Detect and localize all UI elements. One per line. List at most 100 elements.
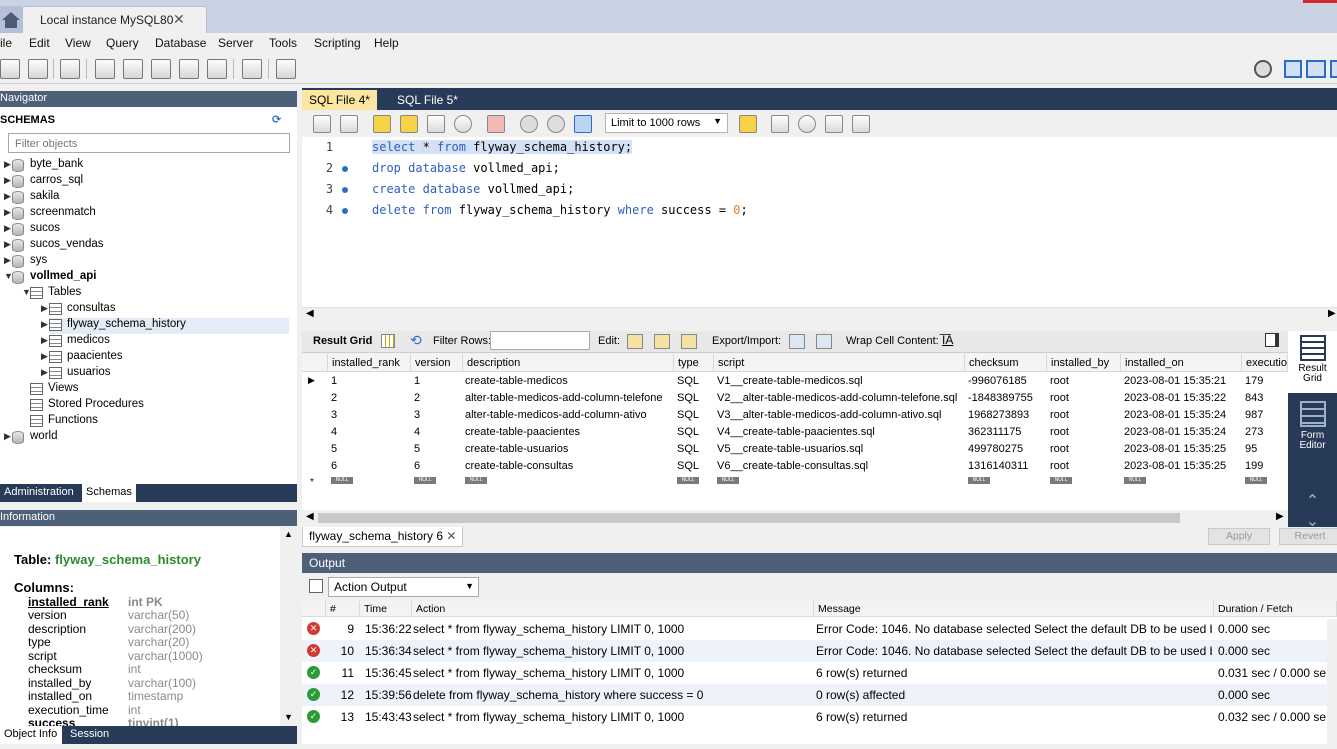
output-column-header[interactable]: Time [360, 601, 412, 617]
grid-cell[interactable]: 1 [331, 375, 411, 387]
grid-cell[interactable]: 362311175 [968, 426, 1046, 438]
tab-schemas[interactable]: Schemas [82, 484, 136, 502]
new-sql-tab-icon[interactable] [0, 59, 20, 79]
grid-cell[interactable]: alter-table-medicos-add-column-telefone [465, 392, 671, 404]
grid-cell[interactable]: SQL [677, 409, 713, 421]
grid-cell[interactable]: create-table-medicos [465, 375, 671, 387]
scroll-right-icon[interactable]: ▶ [1328, 308, 1336, 319]
grid-column-header[interactable]: type [674, 354, 714, 372]
tab-object-info[interactable]: Object Info [0, 726, 62, 744]
code-line[interactable]: 1 select * from flyway_schema_history; [302, 137, 1337, 157]
grid-cell[interactable]: 4 [331, 426, 411, 438]
grid-cell[interactable]: 6 [414, 460, 462, 472]
settings-icon[interactable] [1254, 60, 1272, 78]
output-row[interactable]: ✓ 13 15:43:43 select * from flyway_schema_h… [302, 706, 1337, 728]
menu-edit[interactable]: Edit [29, 36, 50, 50]
grid-cell[interactable]: 3 [414, 409, 462, 421]
tree-table-flyway-schema-history[interactable]: ▶ flyway_schema_history [41, 318, 289, 334]
grid-row[interactable]: 2 2 alter-table-medicos-add-column-telefon… [302, 390, 1288, 407]
result-grid-side-button[interactable]: Result Grid [1288, 331, 1337, 393]
grid-cell[interactable]: 987 [1245, 409, 1288, 421]
tab-sql-file-5[interactable]: SQL File 5* [390, 90, 465, 110]
null-cell[interactable]: NULL [968, 477, 990, 484]
code-line[interactable]: 4 delete from flyway_schema_history where… [302, 200, 1337, 220]
grid-cell[interactable]: 2023-08-01 15:35:25 [1124, 460, 1242, 472]
output-column-header[interactable]: Duration / Fetch [1214, 601, 1337, 617]
output-column-header[interactable]: # [326, 601, 360, 617]
wrap-cell-icon[interactable]: I͞A [942, 333, 953, 347]
null-cell[interactable]: NULL [331, 477, 353, 484]
menu-database[interactable]: Database [155, 36, 206, 50]
grid-cell[interactable]: 2023-08-01 15:35:21 [1124, 375, 1242, 387]
create-table-icon[interactable] [123, 59, 143, 79]
grid-cell[interactable]: 5 [331, 443, 411, 455]
delete-row-icon[interactable] [681, 334, 697, 349]
search-table-data-icon[interactable] [242, 59, 262, 79]
grid-cell[interactable]: V5__create-table-usuarios.sql [717, 443, 963, 455]
window-close-edge[interactable] [1303, 0, 1337, 3]
apply-button[interactable]: Apply [1208, 528, 1270, 545]
create-function-icon[interactable] [207, 59, 227, 79]
find-icon[interactable] [798, 115, 816, 133]
null-cell[interactable]: NULL [1124, 477, 1146, 484]
execute-icon[interactable] [373, 115, 391, 133]
menu-scripting[interactable]: Scripting [314, 36, 361, 50]
output-row[interactable]: ✕ 10 15:36:34 select * from flyway_schema_h… [302, 640, 1337, 662]
grid-column-header[interactable]: description [463, 354, 674, 372]
grid-cell[interactable]: 4 [414, 426, 462, 438]
expand-arrow-icon[interactable]: ▶ [4, 207, 11, 218]
scroll-up-icon[interactable]: ▲ [284, 529, 293, 539]
grid-cell[interactable]: 2023-08-01 15:35:22 [1124, 392, 1242, 404]
grid-cell[interactable]: alter-table-medicos-add-column-ativo [465, 409, 671, 421]
connection-tab[interactable]: Local instance MySQL80 ✕ [22, 6, 207, 33]
scroll-down-icon[interactable]: ▼ [284, 712, 293, 722]
scroll-left-icon[interactable]: ◀ [306, 308, 314, 319]
tab-administration[interactable]: Administration [0, 484, 78, 502]
output-column-header[interactable]: Message [814, 601, 1214, 617]
menu-file[interactable]: ile [0, 36, 12, 50]
expand-arrow-icon[interactable]: ▶ [41, 335, 48, 346]
limit-rows-select[interactable]: Limit to 1000 rows ▼ [605, 113, 728, 133]
grid-column-header[interactable]: checksum [965, 354, 1047, 372]
code-line[interactable]: 3 create database vollmed_api; [302, 179, 1337, 199]
grid-cell[interactable]: root [1050, 443, 1120, 455]
grid-cell[interactable]: root [1050, 392, 1120, 404]
menu-help[interactable]: Help [374, 36, 399, 50]
grid-cell[interactable]: V2__alter-table-medicos-add-column-telef… [717, 392, 963, 404]
output-column-header[interactable]: Action [412, 601, 814, 617]
grid-cell[interactable]: 3 [331, 409, 411, 421]
expand-arrow-icon[interactable]: ▶ [41, 319, 48, 330]
expand-arrow-icon[interactable]: ▶ [4, 431, 11, 442]
scroll-right-icon[interactable]: ▶ [1276, 511, 1284, 522]
revert-button[interactable]: Revert [1279, 528, 1337, 545]
autocommit-icon[interactable] [574, 115, 592, 133]
tab-session[interactable]: Session [66, 726, 113, 744]
menu-query[interactable]: Query [106, 36, 139, 50]
null-cell[interactable]: NULL [717, 477, 739, 484]
add-row-icon[interactable] [654, 334, 670, 349]
expand-arrow-icon[interactable]: ▶ [41, 367, 48, 378]
menu-tools[interactable]: Tools [269, 36, 297, 50]
toggle-secondary-sidebar-icon[interactable] [1330, 60, 1337, 78]
explain-icon[interactable] [427, 115, 445, 133]
grid-cell[interactable]: SQL [677, 375, 713, 387]
result-grid[interactable]: installed_rank version description type … [302, 354, 1288, 510]
reconnect-icon[interactable] [276, 59, 296, 79]
grid-cell[interactable]: 5 [414, 443, 462, 455]
editor-horizontal-scrollbar[interactable]: ◀ ▶ [302, 307, 1337, 321]
bookmark-icon[interactable] [739, 115, 757, 133]
grid-column-header[interactable]: executio [1242, 354, 1288, 372]
grid-cell[interactable]: 1316140311 [968, 460, 1046, 472]
expand-arrow-icon[interactable]: ▶ [4, 239, 11, 250]
inspector-icon[interactable] [60, 59, 80, 79]
output-type-select[interactable]: Action Output ▼ [328, 577, 479, 597]
expand-arrow-icon[interactable]: ▶ [4, 191, 11, 202]
grid-cell[interactable]: V1__create-table-medicos.sql [717, 375, 963, 387]
grid-cell[interactable]: 199 [1245, 460, 1288, 472]
output-row[interactable]: ✓ 11 15:36:45 select * from flyway_schema_h… [302, 662, 1337, 684]
create-schema-icon[interactable] [95, 59, 115, 79]
open-file-icon[interactable] [313, 115, 331, 133]
expand-arrow-icon[interactable]: ▶ [41, 351, 48, 362]
menu-server[interactable]: Server [218, 36, 253, 50]
grid-cell[interactable]: 6 [331, 460, 411, 472]
